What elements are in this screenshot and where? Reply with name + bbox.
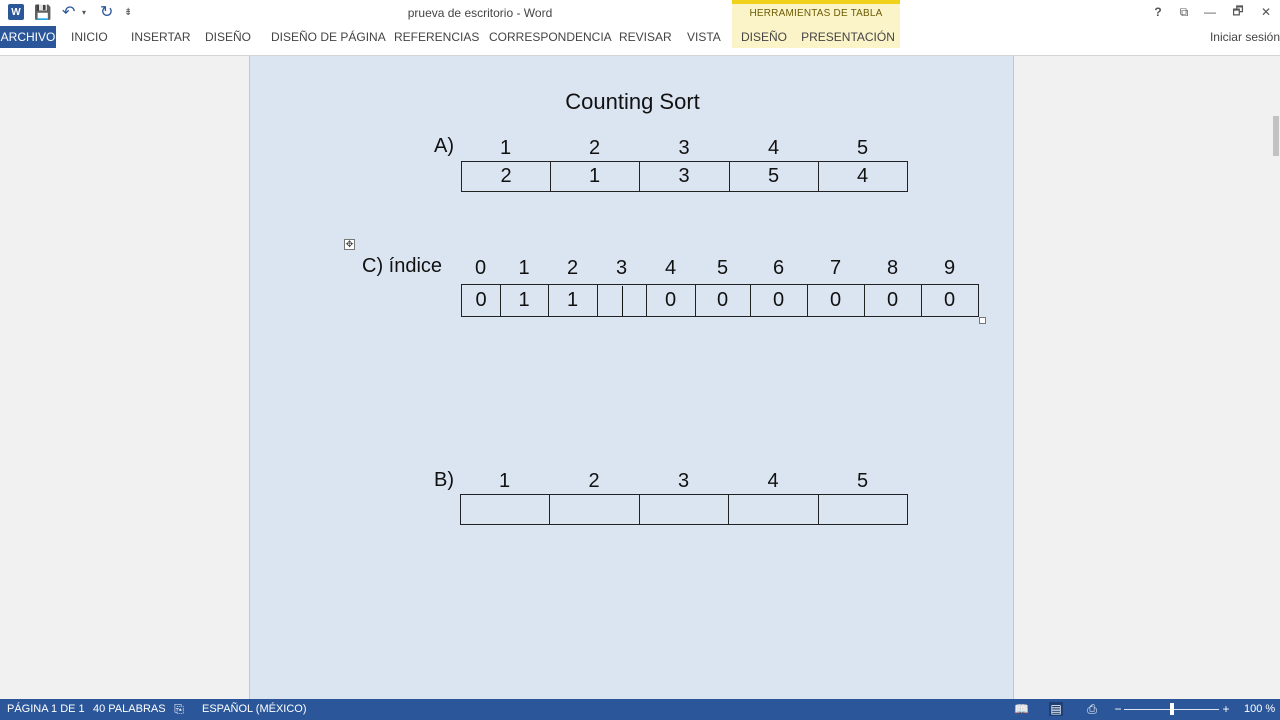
document-area: Counting Sort A) 1 2 3 4 5 2 1 3 5 4 ✥ C… [0,56,1280,699]
section-b-label: B) [434,469,454,491]
tab-table-diseno[interactable]: DISEÑO [732,26,796,48]
word-logo-icon[interactable]: W [8,4,24,20]
table-a-cell[interactable]: 1 [550,161,640,192]
tab-archivo[interactable]: ARCHIVO [0,26,56,48]
table-b-cell[interactable] [818,494,908,525]
section-a-index: 3 [678,137,690,159]
word-count[interactable]: 40 PALABRAS [93,699,166,720]
table-c-cell[interactable]: 0 [461,284,501,317]
table-b-cell[interactable] [728,494,819,525]
table-c-cell[interactable]: 0 [646,284,696,317]
restore-button[interactable]: 🗗 [1226,3,1250,21]
tab-vista[interactable]: VISTA [687,26,721,48]
table-a-cell[interactable]: 3 [639,161,730,192]
table-b-cell[interactable] [639,494,729,525]
minimize-button[interactable]: — [1198,3,1222,21]
table-move-handle-icon[interactable]: ✥ [344,239,355,250]
text-cursor [622,286,623,316]
table-c-cell[interactable]: 1 [548,284,598,317]
word-window: W 💾 ↶ ▾ ↻ ⇟ prueva de escritorio - Word … [0,0,1280,720]
table-c-cell[interactable]: 1 [500,284,549,317]
table-b-cell[interactable] [549,494,640,525]
tab-presentacion[interactable]: PRESENTACIÓN [796,26,900,48]
vertical-scrollbar[interactable] [1270,56,1280,699]
page-heading: Counting Sort [565,89,700,114]
table-c-cell[interactable]: 0 [695,284,751,317]
section-c-index: 8 [886,257,899,279]
section-a-index: 5 [856,137,869,159]
undo-dropdown-icon[interactable]: ▾ [82,3,86,21]
web-layout-icon[interactable]: ⎙ [1085,702,1099,716]
document-title: prueva de escritorio - Word [407,6,553,20]
tab-diseno-de-pagina[interactable]: DISEÑO DE PÁGINA [271,26,386,48]
table-a-cell[interactable]: 5 [729,161,819,192]
page-indicator[interactable]: PÁGINA 1 DE 1 [7,699,85,720]
section-a-index: 2 [588,137,601,159]
section-b-index: 5 [856,470,869,492]
zoom-slider-thumb[interactable] [1169,703,1174,715]
section-c-index: 6 [772,257,785,279]
zoom-out-icon[interactable]: − [1111,702,1125,716]
section-b-index: 4 [767,470,779,492]
tab-insertar[interactable]: INSERTAR [131,26,191,48]
proofing-icon[interactable]: ⎘ [172,702,186,716]
zoom-level[interactable]: 100 % [1244,699,1275,720]
customize-toolbar-icon[interactable]: ⇟ [124,3,132,21]
section-c-index: 9 [943,257,956,279]
redo-icon[interactable]: ↻ [100,3,113,21]
tab-diseno[interactable]: DISEÑO [205,26,251,48]
language-indicator[interactable]: ESPAÑOL (MÉXICO) [202,699,307,720]
ribbon-collapsed-strip [0,48,1280,56]
section-c-index: 0 [474,257,487,279]
read-mode-icon[interactable]: 📖 [1014,702,1029,716]
title-bar: W 💾 ↶ ▾ ↻ ⇟ prueva de escritorio - Word … [0,0,1280,26]
section-c-index: 1 [518,257,530,279]
zoom-in-icon[interactable]: + [1219,702,1233,716]
section-c-index: 3 [615,257,628,279]
section-b-index: 3 [677,470,690,492]
print-layout-icon[interactable]: ▤ [1049,702,1063,716]
save-icon[interactable]: 💾 [34,3,51,21]
tab-referencias[interactable]: REFERENCIAS [394,26,479,48]
table-c-cell[interactable]: 0 [750,284,808,317]
table-a-cell[interactable]: 4 [818,161,908,192]
help-button[interactable]: ? [1146,3,1170,21]
ribbon-display-options-button[interactable]: ⧉ [1172,3,1196,21]
table-c-cell[interactable]: 0 [864,284,922,317]
table-c-cell[interactable]: 0 [807,284,865,317]
section-c-index: 7 [829,257,842,279]
tab-correspondencia[interactable]: CORRESPONDENCIA [489,26,612,48]
ribbon-tabs: ARCHIVO INICIO INSERTAR DISEÑO DISEÑO DE… [0,26,1280,48]
section-c-index: 4 [664,257,677,279]
section-a-label: A) [434,135,454,157]
status-bar: PÁGINA 1 DE 1 40 PALABRAS ⎘ ESPAÑOL (MÉX… [0,699,1280,720]
section-c-label: C) índice [362,255,443,277]
section-c-index: 5 [716,257,729,279]
scrollbar-thumb[interactable] [1273,116,1279,156]
tab-inicio[interactable]: INICIO [71,26,108,48]
undo-icon[interactable]: ↶ [62,3,75,21]
section-b-index: 2 [588,470,600,492]
section-c-index: 2 [566,257,579,279]
table-b-cell[interactable] [460,494,550,525]
table-a-cell[interactable]: 2 [461,161,551,192]
section-b-index: 1 [498,470,511,492]
document-page[interactable]: Counting Sort A) 1 2 3 4 5 2 1 3 5 4 ✥ C… [249,56,1014,699]
table-tools-context-group: HERRAMIENTAS DE TABLA [732,0,900,26]
section-a-index: 4 [767,137,780,159]
section-a-index: 1 [499,137,512,159]
signin-link[interactable]: Iniciar sesión [1210,26,1280,48]
table-resize-handle[interactable] [979,317,986,324]
close-button[interactable]: ✕ [1254,3,1278,21]
table-c-cell[interactable]: 0 [921,284,979,317]
tab-revisar[interactable]: REVISAR [619,26,672,48]
